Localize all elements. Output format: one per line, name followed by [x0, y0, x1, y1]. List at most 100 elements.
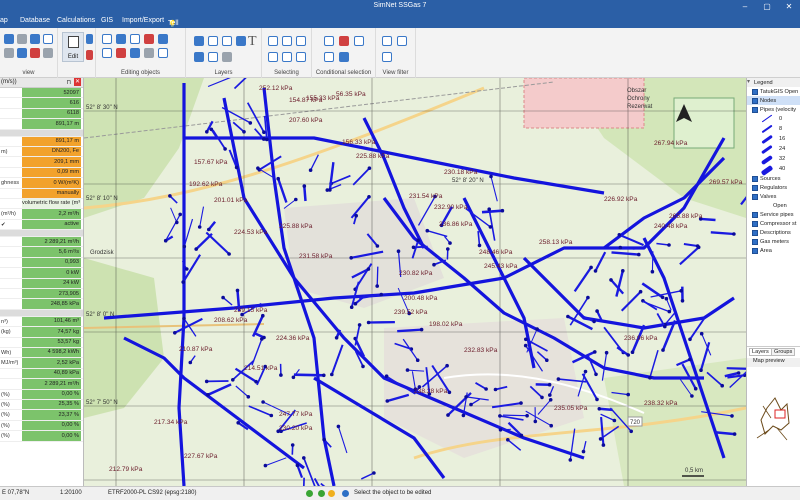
node[interactable] — [498, 428, 503, 432]
node[interactable] — [637, 252, 641, 257]
property-value[interactable]: 101,46 m³ — [22, 316, 81, 327]
node[interactable] — [638, 289, 643, 294]
legend-layer-row[interactable]: Gas meters — [747, 237, 800, 246]
node[interactable] — [595, 397, 599, 402]
zoom-icon[interactable] — [17, 34, 27, 44]
preview-viewport[interactable] — [774, 409, 786, 419]
pipe-branch[interactable] — [726, 367, 746, 370]
node[interactable] — [182, 316, 186, 321]
node[interactable] — [598, 437, 603, 441]
node[interactable] — [242, 130, 246, 134]
node[interactable] — [235, 288, 240, 293]
node[interactable] — [445, 363, 449, 368]
node[interactable] — [384, 374, 389, 379]
node[interactable] — [612, 418, 617, 423]
node[interactable] — [593, 269, 598, 273]
node[interactable] — [583, 369, 588, 374]
property-row[interactable]: 616 — [0, 98, 83, 109]
node[interactable] — [617, 233, 622, 237]
property-row[interactable]: 0,09 mm — [0, 167, 83, 179]
property-value[interactable]: 2,52 kPa — [22, 358, 81, 368]
node[interactable] — [732, 432, 737, 436]
node[interactable] — [223, 147, 227, 151]
menu-calculations[interactable]: Calculations — [57, 17, 95, 24]
node[interactable] — [295, 463, 300, 468]
node[interactable] — [581, 449, 586, 454]
text-tool-icon[interactable]: T — [248, 34, 257, 50]
node[interactable] — [690, 394, 694, 398]
property-row[interactable]: 6118 — [0, 108, 83, 120]
node[interactable] — [379, 292, 384, 297]
property-value[interactable]: 23,37 % — [22, 410, 81, 420]
legend-layer-row[interactable]: Regulators — [747, 183, 800, 192]
node[interactable] — [231, 378, 235, 382]
legend-layer-row[interactable]: Descriptions — [747, 228, 800, 237]
pipe-branch[interactable] — [303, 185, 307, 202]
pipe-branch[interactable] — [700, 217, 716, 222]
node[interactable] — [261, 313, 265, 318]
node[interactable] — [556, 377, 561, 381]
node[interactable] — [732, 232, 736, 236]
node[interactable] — [663, 324, 667, 329]
node[interactable] — [448, 241, 452, 245]
node[interactable] — [489, 174, 493, 179]
property-value[interactable]: 248,85 kPa — [22, 299, 81, 309]
maximize-icon[interactable]: ▢ — [756, 0, 778, 14]
node[interactable] — [328, 188, 332, 192]
layer-checkbox[interactable] — [752, 193, 758, 200]
node[interactable] — [432, 262, 436, 267]
property-row[interactable]: Wh) 4 598,2 kWh — [0, 347, 83, 359]
node[interactable] — [262, 130, 266, 134]
node[interactable] — [178, 212, 182, 217]
property-row[interactable]: 273,905 — [0, 289, 83, 300]
refresh-icon[interactable] — [4, 48, 14, 58]
node[interactable] — [163, 238, 168, 243]
node[interactable] — [736, 371, 741, 375]
area-icon[interactable] — [158, 48, 168, 58]
node[interactable] — [425, 228, 430, 233]
property-value[interactable]: 5,6 m³/s — [22, 247, 81, 257]
node[interactable] — [375, 284, 380, 288]
select-region-icon[interactable] — [282, 52, 292, 62]
select-pipe-icon[interactable] — [282, 36, 292, 46]
collapse-icon[interactable]: ▾ — [747, 78, 750, 85]
node[interactable] — [221, 295, 225, 300]
condition-pipe-icon[interactable] — [354, 36, 364, 46]
pipe-icon[interactable] — [116, 34, 126, 44]
property-row[interactable]: 40,89 kPa — [0, 368, 83, 380]
node[interactable] — [302, 456, 306, 460]
delete-icon[interactable] — [86, 50, 93, 60]
node[interactable] — [629, 429, 633, 434]
node[interactable] — [207, 227, 211, 232]
pipe-branch[interactable] — [302, 477, 305, 486]
node[interactable] — [493, 387, 498, 392]
node[interactable] — [197, 225, 202, 229]
layer-checkbox[interactable] — [752, 220, 758, 227]
node[interactable] — [181, 280, 185, 284]
node[interactable] — [415, 358, 420, 363]
node[interactable] — [254, 379, 258, 384]
node[interactable] — [416, 238, 421, 243]
node[interactable] — [263, 463, 268, 468]
property-row[interactable]: 52097 — [0, 88, 83, 99]
property-value[interactable]: DN200, Fe — [22, 146, 81, 157]
node[interactable] — [464, 395, 468, 399]
node[interactable] — [601, 443, 606, 447]
node[interactable] — [500, 208, 505, 213]
property-row[interactable]: 891,17 m — [0, 119, 83, 130]
property-row[interactable]: 2 289,21 m³/h — [0, 379, 83, 390]
node[interactable] — [696, 245, 701, 250]
property-row[interactable]: 5,6 m³/s — [0, 247, 83, 258]
property-row[interactable]: ghness 0 W/(m²K) — [0, 178, 83, 189]
layer-checkbox[interactable] — [752, 211, 758, 218]
node[interactable] — [205, 130, 209, 134]
node[interactable] — [547, 382, 552, 387]
property-row[interactable]: 0 kW — [0, 268, 83, 279]
node[interactable] — [385, 399, 390, 403]
node[interactable] — [461, 413, 466, 418]
edit-button[interactable]: Edit — [62, 32, 84, 62]
property-value[interactable]: 0 W/(m²K) — [22, 178, 81, 188]
node[interactable] — [621, 269, 625, 273]
property-row[interactable]: (%) 0,00 % — [0, 420, 83, 432]
menu-database[interactable]: Database — [20, 17, 50, 24]
